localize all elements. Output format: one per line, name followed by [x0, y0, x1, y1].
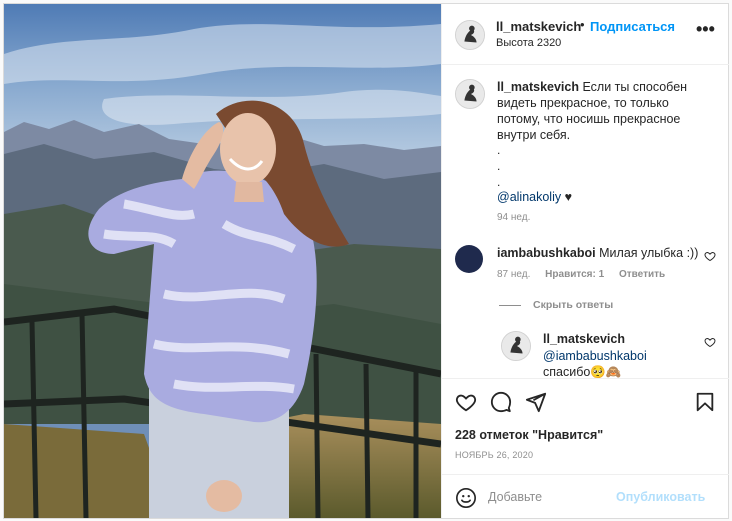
caption-mention[interactable]: @alinakoliy	[497, 190, 561, 204]
comment-heart-icon[interactable]	[704, 250, 716, 262]
reply-body: спасибо🥺🙈	[543, 365, 622, 378]
reply-username[interactable]: ll_matskevich	[543, 332, 625, 346]
caption-timestamp[interactable]: 94 нед.	[497, 212, 530, 223]
comments-list[interactable]: ll_matskevich Если ты способен видеть пр…	[442, 66, 729, 378]
location-link[interactable]: Высота 2320	[496, 37, 561, 49]
caption-dots: . . .	[497, 142, 500, 190]
comment-icon[interactable]	[490, 391, 512, 413]
comment-username[interactable]: iambabushkaboi	[497, 246, 596, 260]
caption-dot: .	[497, 143, 501, 157]
post-card: ll_matskevich • Подписаться Высота 2320 …	[3, 3, 729, 519]
avatar[interactable]	[455, 20, 485, 50]
post-date[interactable]: НОЯБРЬ 26, 2020	[455, 450, 533, 460]
caption-username[interactable]: ll_matskevich	[497, 80, 579, 94]
bookmark-icon[interactable]	[694, 391, 716, 413]
comment-timestamp[interactable]: 87 нед.	[497, 269, 530, 280]
caption-dot: .	[497, 175, 501, 189]
header-username[interactable]: ll_matskevich	[496, 19, 581, 34]
post-actions: 228 отметок "Нравится" НОЯБРЬ 26, 2020	[442, 378, 729, 478]
hide-replies-button[interactable]: Скрыть ответы	[499, 299, 613, 311]
hide-replies-label: Скрыть ответы	[533, 299, 614, 311]
likes-count[interactable]: 228 отметок "Нравится"	[455, 428, 603, 442]
share-icon[interactable]	[525, 391, 547, 413]
comment-body: Милая улыбка :))	[599, 246, 699, 260]
heart-icon[interactable]	[455, 391, 477, 413]
caption-avatar[interactable]	[455, 79, 485, 109]
reply-mention[interactable]: @iambabushkaboi	[543, 349, 647, 363]
follow-button[interactable]: Подписаться	[590, 19, 675, 34]
comment-input[interactable]	[488, 485, 608, 509]
heart-glyph: ♥	[564, 190, 573, 204]
comment-avatar[interactable]	[455, 245, 483, 273]
post-side-panel: ll_matskevich • Подписаться Высота 2320 …	[441, 4, 729, 518]
caption-dot: .	[497, 159, 501, 173]
comment-text: iambabushkaboi Милая улыбка :))	[497, 246, 698, 260]
reply-button[interactable]: Ответить	[619, 269, 665, 280]
separator-dot: •	[580, 17, 585, 32]
emoji-icon[interactable]	[455, 487, 477, 509]
caption-text: ll_matskevich Если ты способен видеть пр…	[497, 79, 702, 143]
publish-button[interactable]: Опубликовать	[616, 490, 705, 504]
more-icon[interactable]: •••	[696, 20, 715, 38]
add-comment-bar: Опубликовать	[442, 474, 729, 518]
reply-heart-icon[interactable]	[704, 336, 716, 348]
reply-avatar[interactable]	[501, 331, 531, 361]
comment-meta: 87 нед. Нравится: 1 Ответить	[497, 269, 677, 280]
caption-mention-line: @alinakoliy ♥	[497, 190, 572, 204]
post-photo[interactable]	[4, 4, 441, 518]
post-header: ll_matskevich • Подписаться Высота 2320 …	[442, 4, 729, 65]
divider-line	[499, 304, 521, 306]
comment-likes[interactable]: Нравится: 1	[545, 269, 604, 280]
